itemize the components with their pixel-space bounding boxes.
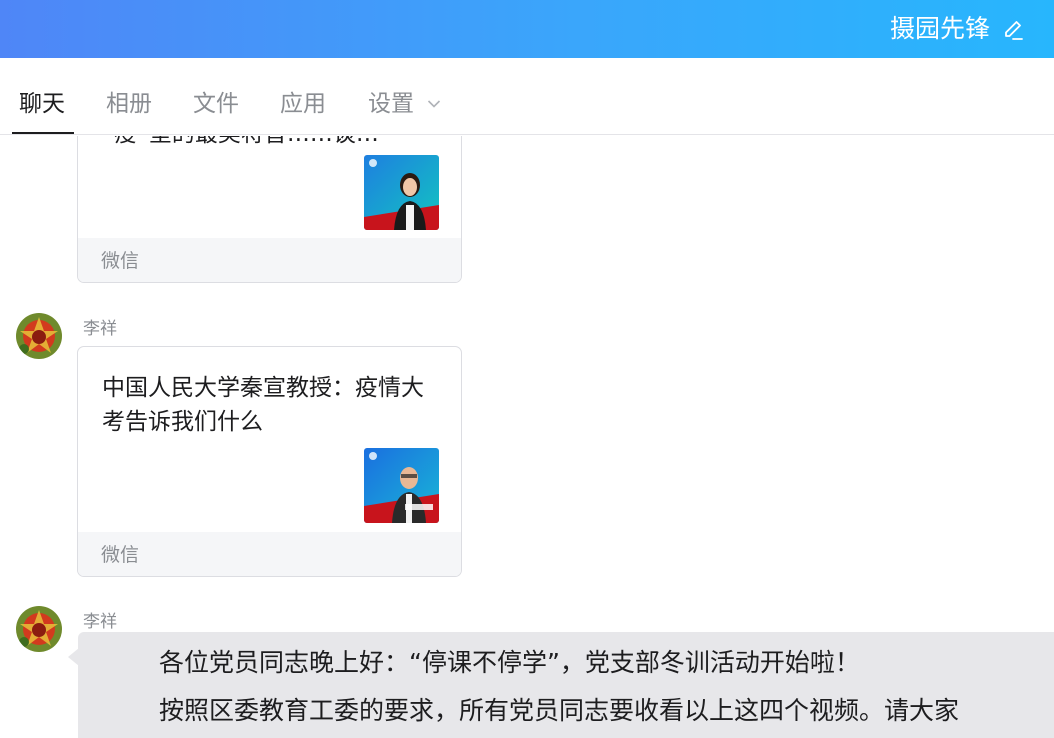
video-thumbnail [364,448,439,523]
tab-album[interactable]: 相册 [106,89,152,119]
tab-settings[interactable]: 设置 [368,89,414,119]
card-title: 中国人民大学秦宣教授：疫情大考告诉我们什么 [102,375,424,435]
chat-feed[interactable]: “疫”堂的最美将音……谈… 微信 [0,136,1054,738]
group-title: 摄园先锋 [889,14,990,43]
tab-apps[interactable]: 应用 [280,89,326,119]
active-tab-indicator [12,132,74,134]
tab-chat[interactable]: 聊天 [19,89,65,119]
tab-bar: 聊天 相册 文件 应用 设置 [0,58,1054,135]
card-source: 微信 [101,544,140,566]
message-line: 各位党员同志晚上好：“停课不停学”，党支部冬训活动开始啦！ [159,648,860,677]
chevron-down-icon[interactable] [427,99,441,109]
link-card[interactable]: “疫”堂的最美将音……谈… 微信 [77,136,462,283]
message-line: 按照区委教育工委的要求，所有党员同志要收看以上这四个视频。请大家 [159,696,960,725]
edit-icon[interactable] [1002,19,1024,41]
avatar[interactable] [16,313,62,359]
card-title: “疫”堂的最美将音……谈… [102,136,442,151]
sender-name: 李祥 [83,612,117,632]
card-source: 微信 [101,250,140,272]
card-footer: 微信 [78,532,461,576]
card-footer: 微信 [78,238,461,282]
link-card[interactable]: 中国人民大学秦宣教授：疫情大考告诉我们什么 微信 [77,346,462,577]
app-header: 摄园先锋 [0,0,1054,58]
sender-name: 李祥 [83,319,117,339]
tab-files[interactable]: 文件 [193,89,239,119]
text-message-bubble[interactable]: 各位党员同志晚上好：“停课不停学”，党支部冬训活动开始啦！ 按照区委教育工委的要… [78,632,1054,738]
video-thumbnail [364,155,439,230]
avatar[interactable] [16,606,62,652]
